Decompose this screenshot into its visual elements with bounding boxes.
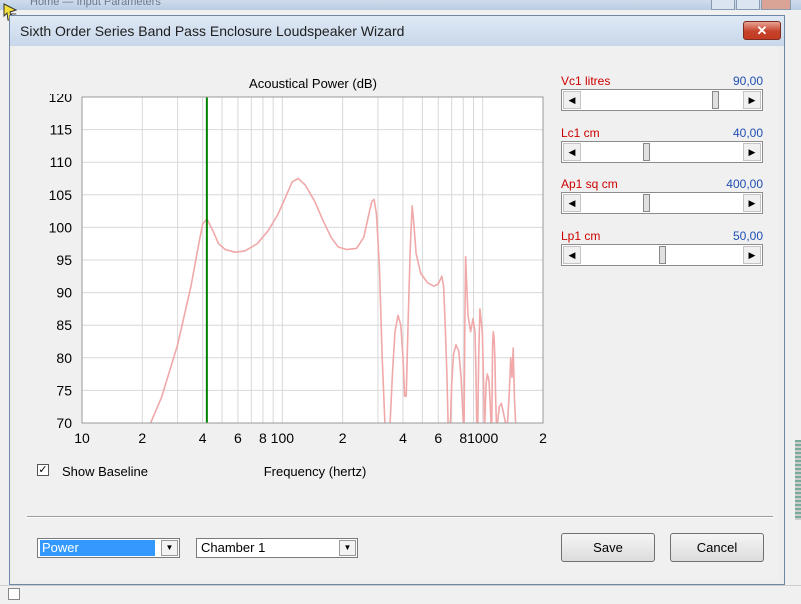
y-tick-label: 90 xyxy=(56,285,72,301)
x-tick-label: 2 xyxy=(339,430,347,446)
slider-thumb[interactable] xyxy=(643,143,651,161)
close-button[interactable]: ✕ xyxy=(743,21,781,40)
chevron-down-icon[interactable]: ▼ xyxy=(339,540,356,556)
background-edge-strip xyxy=(795,440,801,520)
separator-line xyxy=(27,516,773,518)
scroll-right-icon[interactable]: ▶ xyxy=(743,194,761,212)
y-tick-label: 95 xyxy=(56,252,72,268)
x-tick-label: 4 xyxy=(199,430,207,446)
y-tick-label: 105 xyxy=(49,187,73,203)
chevron-down-icon[interactable]: ▼ xyxy=(161,540,178,556)
scroll-left-icon[interactable]: ◀ xyxy=(563,194,581,212)
scroll-left-icon[interactable]: ◀ xyxy=(563,143,581,161)
wizard-dialog: Sixth Order Series Band Pass Enclosure L… xyxy=(9,15,785,585)
scroll-right-icon[interactable]: ▶ xyxy=(743,246,761,264)
x-tick-label: 1000 xyxy=(467,430,498,446)
chamber-select-value: Chamber 1 xyxy=(201,540,266,555)
save-button-label: Save xyxy=(593,540,623,555)
scroll-left-icon[interactable]: ◀ xyxy=(563,246,581,264)
x-tick-label: 6 xyxy=(234,430,242,446)
y-tick-label: 115 xyxy=(50,122,73,138)
y-tick-label: 110 xyxy=(50,154,73,170)
background-window-title: Home — Input Parameters xyxy=(30,0,161,8)
x-tick-label: 8 xyxy=(259,430,267,446)
dialog-client-area: Acoustical Power (dB) 120 115 110 105 100 95 9… xyxy=(15,46,779,581)
save-button[interactable]: Save xyxy=(561,533,655,562)
frequency-response-chart: 12011511010510095908580757010 2 4 6 8 100 2 4 6 8… xyxy=(49,94,547,446)
chamber-select[interactable]: Chamber 1 ▼ xyxy=(196,538,358,558)
parameter-label: Lc1 cm xyxy=(561,126,600,140)
y-tick-label: 80 xyxy=(56,350,72,366)
y-tick-label: 85 xyxy=(56,317,72,333)
x-tick-label: 100 xyxy=(271,430,295,446)
dialog-titlebar: Sixth Order Series Band Pass Enclosure L… xyxy=(10,16,784,46)
parameter-label: Vc1 litres xyxy=(561,74,611,88)
parameter-slider[interactable]: ◀ ▶ xyxy=(561,192,763,214)
slider-thumb[interactable] xyxy=(643,194,651,212)
y-tick-label: 100 xyxy=(49,219,73,235)
chart-title: Acoustical Power (dB) xyxy=(249,76,377,91)
y-tick-label: 75 xyxy=(56,382,72,398)
dialog-title: Sixth Order Series Band Pass Enclosure L… xyxy=(20,23,405,39)
background-close-button[interactable] xyxy=(761,0,791,10)
show-baseline-label[interactable]: Show Baseline xyxy=(62,464,148,479)
chart-x-axis-label: Frequency (hertz) xyxy=(263,464,367,479)
x-tick-label: 2 xyxy=(539,430,547,446)
scroll-right-icon[interactable]: ▶ xyxy=(743,91,761,109)
slider-thumb[interactable] xyxy=(712,91,720,109)
cancel-button-label: Cancel xyxy=(696,540,738,555)
parameter-slider[interactable]: ◀ ▶ xyxy=(561,89,763,111)
background-minimize-button[interactable] xyxy=(711,0,735,10)
x-tick-label: 10 xyxy=(74,430,90,446)
y-tick-label: 120 xyxy=(49,94,73,105)
parameter-value: 40,00 xyxy=(732,126,763,140)
scroll-right-icon[interactable]: ▶ xyxy=(743,143,761,161)
background-titlebar: Home — Input Parameters xyxy=(0,0,801,10)
x-tick-label: 2 xyxy=(138,430,146,446)
x-tick-label: 4 xyxy=(399,430,407,446)
show-baseline-checkbox[interactable]: ✓ xyxy=(37,464,49,476)
x-tick-label: 6 xyxy=(434,430,442,446)
parameter-label: Lp1 cm xyxy=(561,229,601,243)
view-select[interactable]: Power ▼ xyxy=(37,538,180,558)
background-maximize-button[interactable] xyxy=(736,0,760,10)
parameter-label: Ap1 sq cm xyxy=(561,177,618,191)
parameter-value: 400,00 xyxy=(726,177,763,191)
scroll-left-icon[interactable]: ◀ xyxy=(563,91,581,109)
parameter-value: 50,00 xyxy=(732,229,763,243)
cancel-button[interactable]: Cancel xyxy=(670,533,764,562)
parameter-slider[interactable]: ◀ ▶ xyxy=(561,141,763,163)
view-select-value: Power xyxy=(40,540,155,556)
background-bottom-bar xyxy=(0,585,801,604)
parameter-value: 90,00 xyxy=(732,74,763,88)
slider-thumb[interactable] xyxy=(658,246,666,264)
parameter-slider[interactable]: ◀ ▶ xyxy=(561,244,763,266)
y-tick-label: 70 xyxy=(56,415,72,431)
